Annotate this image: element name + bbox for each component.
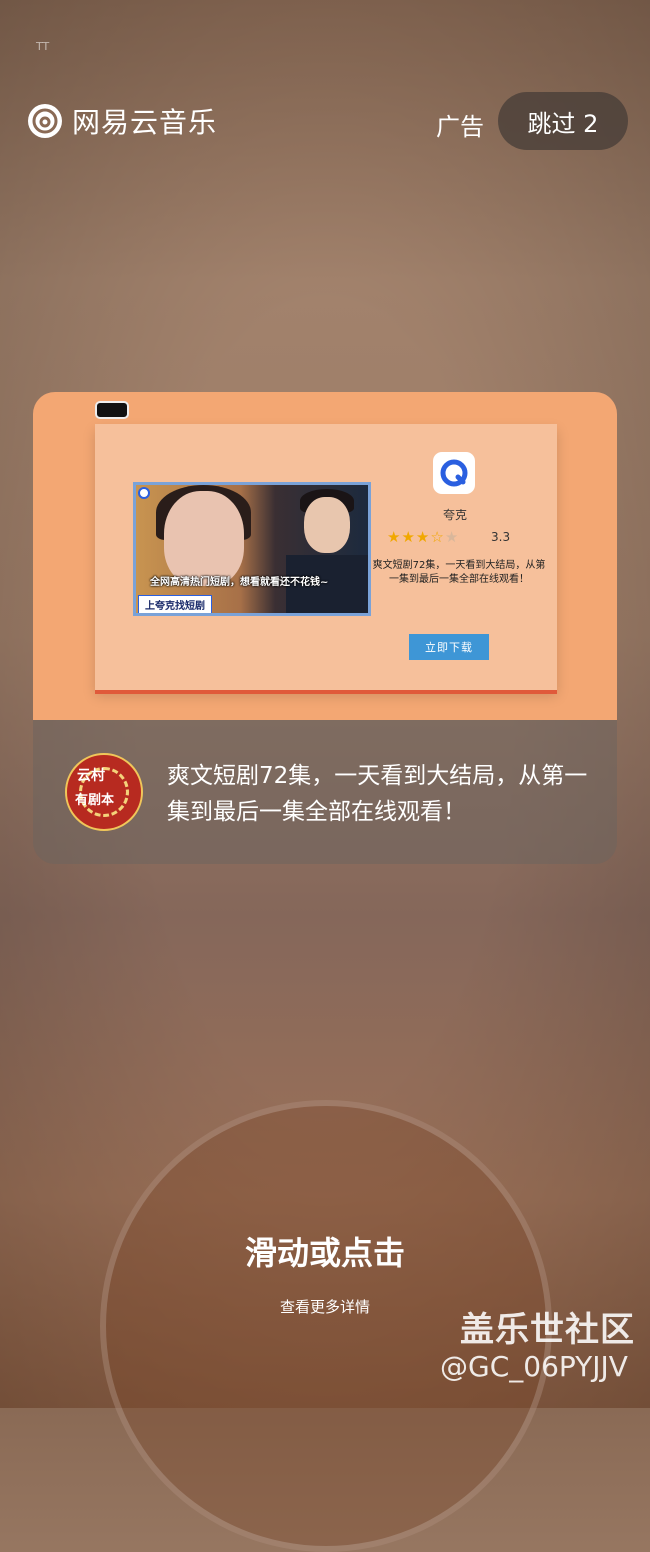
download-button[interactable]: 立即下载 (409, 634, 489, 660)
brand-name: 网易云音乐 (72, 106, 218, 139)
watermark-title: 盖乐世社区 (460, 1310, 635, 1350)
creative-panel: 全网高清热门短剧，想看就看还不花钱~ 上夸克找短剧 夸克 ★★★☆★ 3.3 爽… (95, 424, 557, 690)
app-description: 爽文短剧72集，一天看到大结局，从第一集到最后一集全部在线观看！ (372, 560, 546, 585)
video-thumbnail[interactable]: 全网高清热门短剧，想看就看还不花钱~ 上夸克找短剧 (133, 482, 371, 616)
video-tag: 上夸克找短剧 (138, 595, 212, 613)
ad-card[interactable]: 全网高清热门短剧，想看就看还不花钱~ 上夸克找短剧 夸克 ★★★☆★ 3.3 爽… (33, 392, 617, 864)
watermark-handle: @GC_06PYJJV (440, 1350, 628, 1383)
quark-app-icon (433, 452, 475, 494)
ad-creative[interactable]: 全网高清热门短剧，想看就看还不花钱~ 上夸克找短剧 夸克 ★★★☆★ 3.3 爽… (33, 392, 617, 720)
video-subtitle: 全网高清热门短剧，想看就看还不花钱~ (150, 577, 329, 588)
app-name: 夸克 (442, 508, 467, 522)
brand: 网易云音乐 (28, 101, 217, 141)
ad-label: 广告 (436, 113, 484, 141)
status-text: TT (36, 40, 50, 53)
quark-badge-icon (138, 487, 150, 499)
ad-card-text: 爽文短剧72集，一天看到大结局，从第一集到最后一集全部在线观看！ (167, 763, 588, 825)
skip-button[interactable]: 跳过 2 (498, 92, 628, 150)
cta-title[interactable]: 滑动或点击 (0, 1228, 650, 1274)
creative-close-icon[interactable] (95, 401, 129, 419)
rating-stars-icon: ★★★☆★ (387, 528, 460, 546)
ad-card-footer[interactable]: 云村 有剧本 爽文短剧72集，一天看到大结局，从第一集到最后一集全部在线观看！ (33, 720, 617, 864)
advertiser-avatar: 云村 有剧本 (65, 753, 143, 831)
rating-value: 3.3 (491, 530, 511, 544)
netease-music-logo-icon (28, 104, 62, 138)
